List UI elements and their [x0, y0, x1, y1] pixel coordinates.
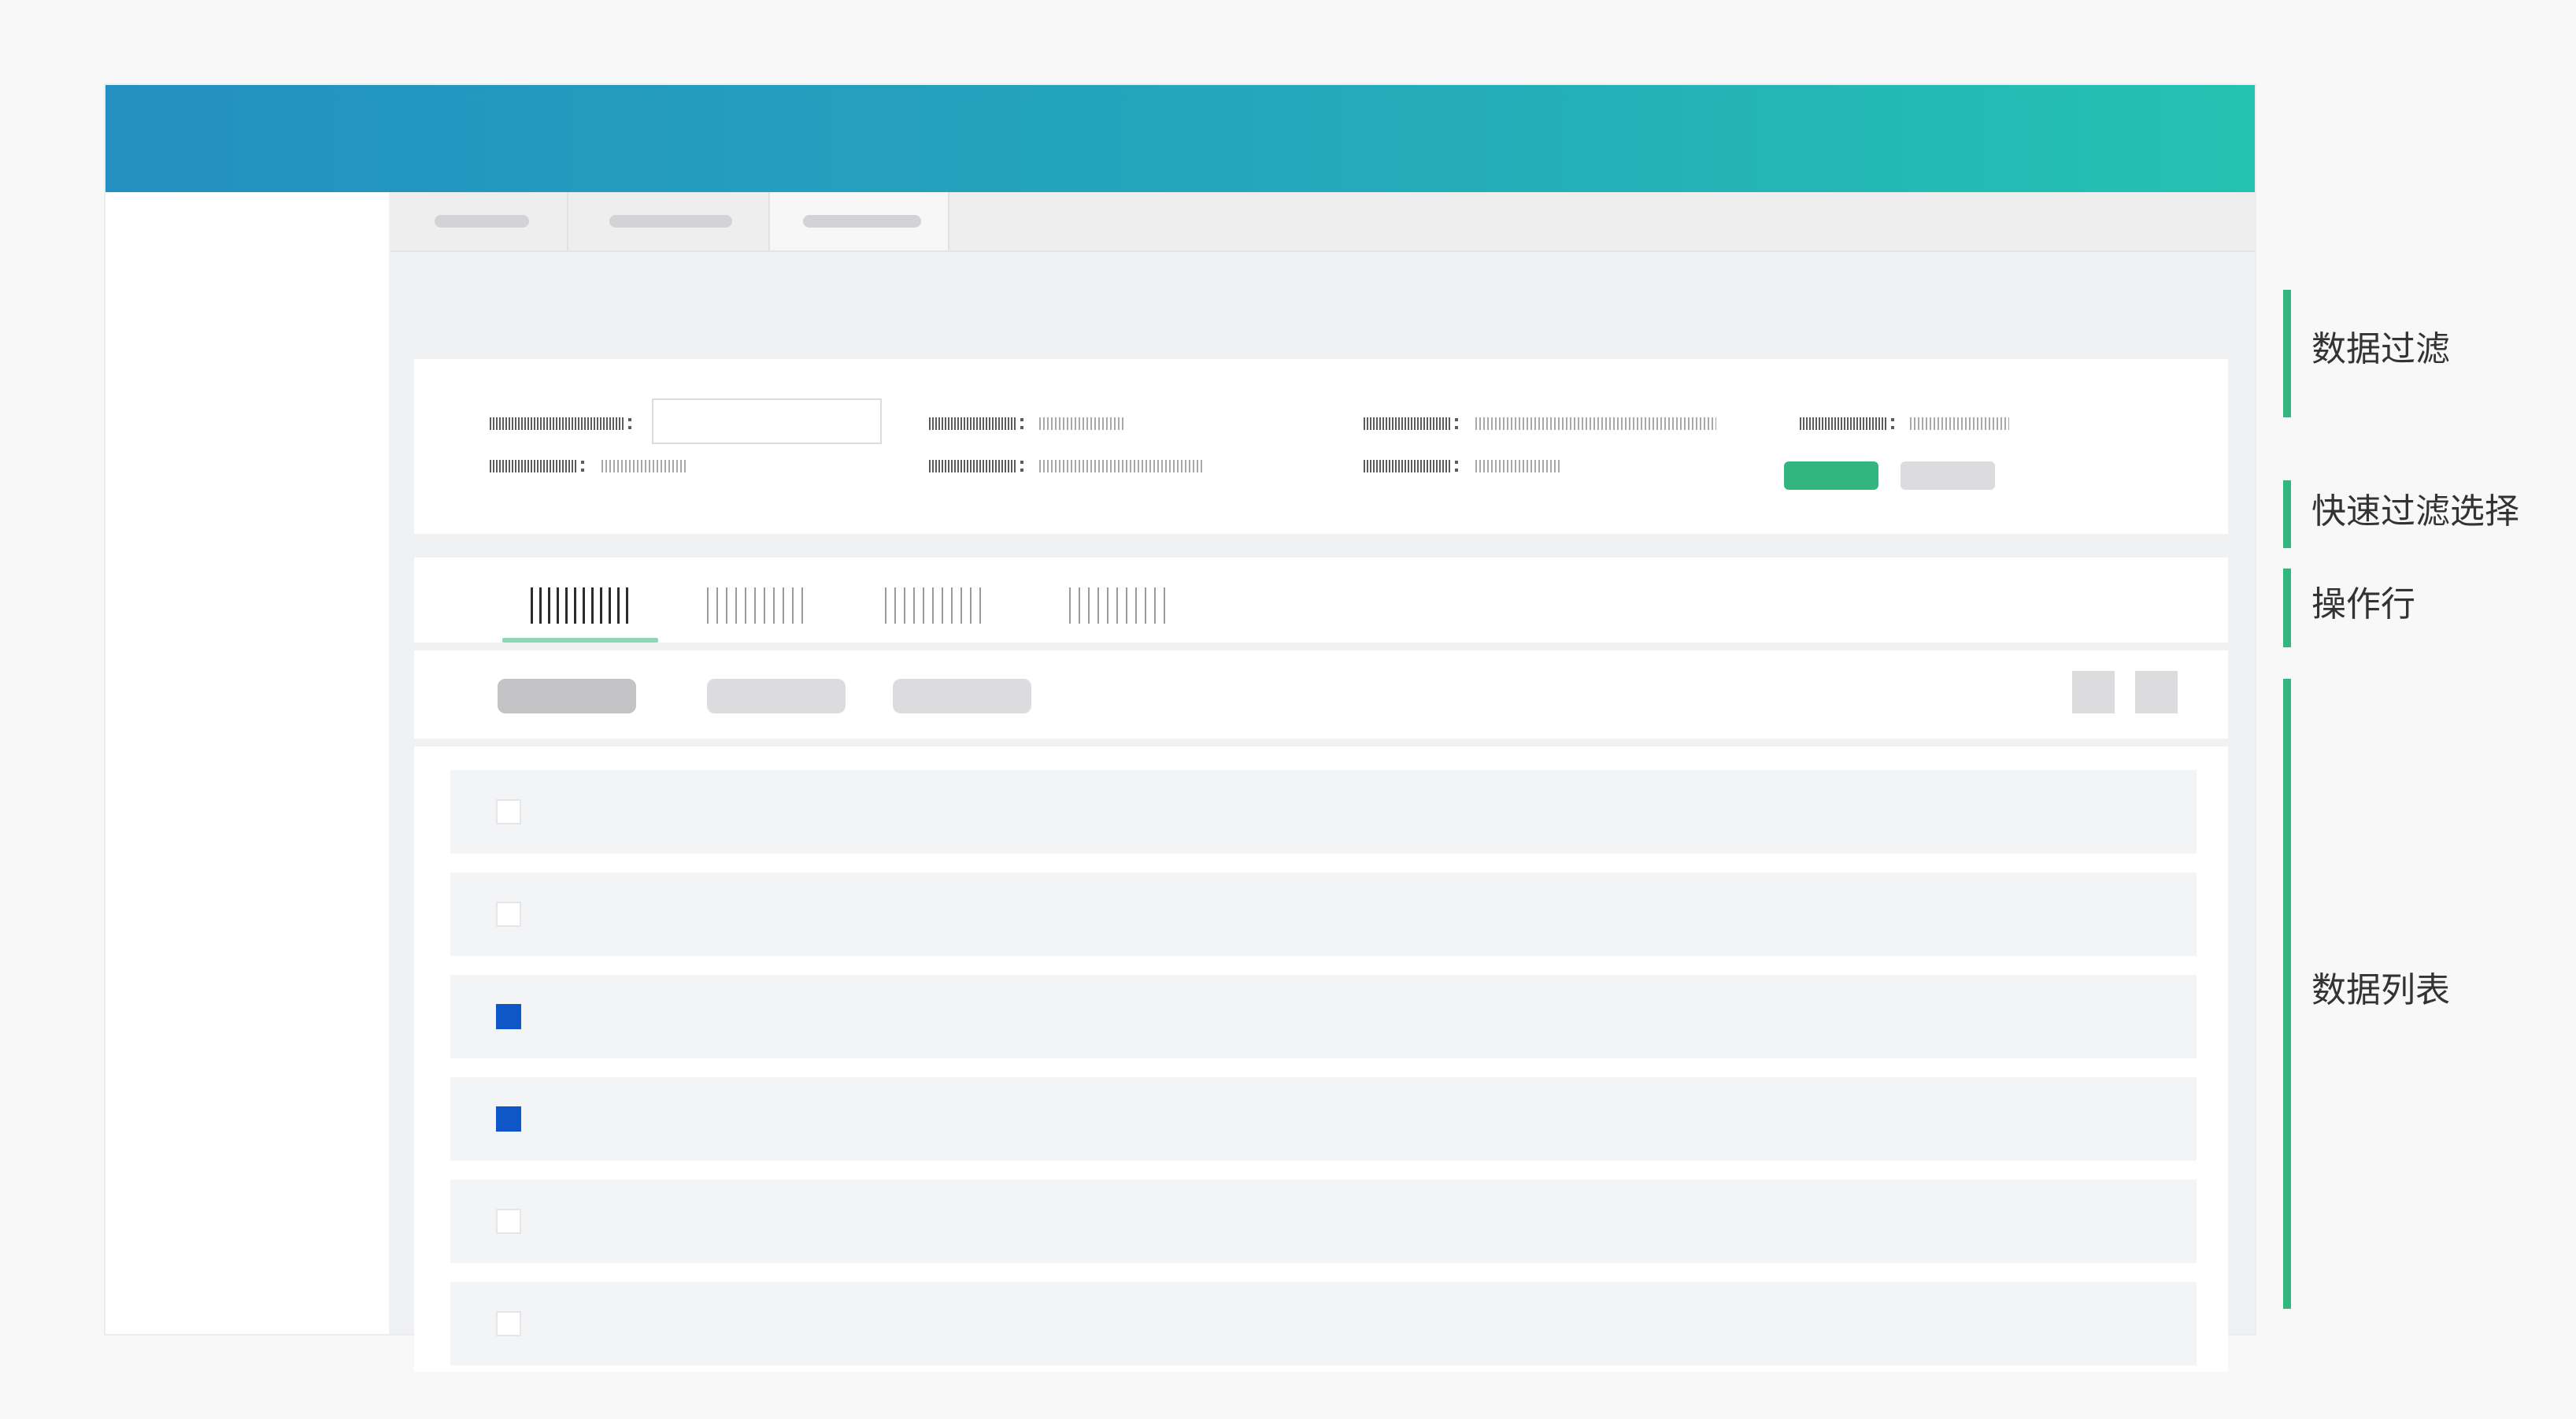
filter-date-range[interactable] — [1039, 460, 1205, 472]
filter-select[interactable] — [1910, 417, 2009, 430]
filter-label — [490, 460, 576, 472]
quick-filter-tabs — [414, 558, 2228, 643]
row-checkbox[interactable] — [496, 902, 521, 927]
annotation-label-quick-filter: 快速过滤选择 — [2311, 491, 2519, 532]
filter-colon — [1455, 461, 1458, 472]
annotation-bracket-quick-filter — [2283, 480, 2291, 548]
row-checkbox-checked[interactable] — [496, 1004, 521, 1029]
quick-filter-tab-2[interactable] — [707, 587, 806, 624]
filter-colon — [1020, 418, 1023, 429]
reset-button[interactable] — [1901, 461, 1995, 490]
filter-date-range[interactable] — [1475, 417, 1716, 430]
filter-text-input[interactable] — [652, 398, 882, 444]
row-checkbox[interactable] — [496, 1311, 521, 1336]
annotation-label-filter: 数据过滤 — [2311, 329, 2450, 369]
filter-label — [929, 417, 1016, 430]
quick-filter-tab-3[interactable] — [885, 587, 984, 624]
icon-button[interactable] — [2072, 671, 2115, 713]
filter-colon — [1020, 461, 1023, 472]
page-tab-2-placeholder — [609, 215, 732, 228]
header-bar — [105, 85, 2255, 192]
row-checkbox-checked[interactable] — [496, 1106, 521, 1132]
icon-button[interactable] — [2135, 671, 2178, 713]
filter-label — [1364, 460, 1450, 472]
row-checkbox[interactable] — [496, 1209, 521, 1234]
table-row[interactable] — [450, 1077, 2197, 1161]
annotation-bracket-action-row — [2283, 569, 2291, 647]
row-checkbox[interactable] — [496, 799, 521, 824]
filter-colon — [581, 461, 584, 472]
page-tab-1-placeholder — [435, 215, 529, 228]
filter-label — [929, 460, 1016, 472]
quick-filter-tab-4[interactable] — [1069, 587, 1168, 624]
table-row[interactable] — [450, 1180, 2197, 1263]
filter-select[interactable] — [1039, 417, 1126, 430]
filter-colon — [628, 418, 631, 429]
data-list — [414, 747, 2228, 1372]
table-row[interactable] — [450, 975, 2197, 1058]
annotation-bracket-filter — [2283, 290, 2291, 417]
search-button[interactable] — [1784, 461, 1878, 490]
filter-label — [490, 417, 624, 430]
annotation-bracket-data-list — [2283, 679, 2291, 1309]
annotation-label-data-list: 数据列表 — [2311, 970, 2450, 1010]
action-button[interactable] — [707, 679, 846, 713]
filter-label — [1364, 417, 1450, 430]
page-tab-3-active[interactable] — [770, 192, 949, 250]
main-content — [390, 192, 2255, 1372]
table-row[interactable] — [450, 1282, 2197, 1365]
action-button-primary[interactable] — [498, 679, 636, 713]
page-tab-1[interactable] — [390, 192, 568, 250]
sidebar — [105, 192, 390, 1334]
table-row[interactable] — [450, 873, 2197, 956]
table-row[interactable] — [450, 770, 2197, 854]
quick-filter-active-underline — [502, 638, 658, 643]
action-row — [414, 650, 2228, 739]
action-button[interactable] — [893, 679, 1031, 713]
filter-colon — [1455, 418, 1458, 429]
app-window-wireframe — [104, 83, 2256, 1372]
annotation-label-action-row: 操作行 — [2311, 584, 2415, 624]
page-tab-3-placeholder — [803, 215, 921, 228]
filter-select[interactable] — [601, 460, 688, 472]
quick-filter-tab-1-active[interactable] — [531, 587, 630, 624]
filter-colon — [1891, 418, 1894, 429]
filter-label — [1800, 417, 1886, 430]
page-tab-strip — [390, 192, 2255, 252]
data-filter-panel — [414, 359, 2228, 534]
filter-select[interactable] — [1475, 460, 1562, 472]
page-tab-2[interactable] — [568, 192, 770, 250]
